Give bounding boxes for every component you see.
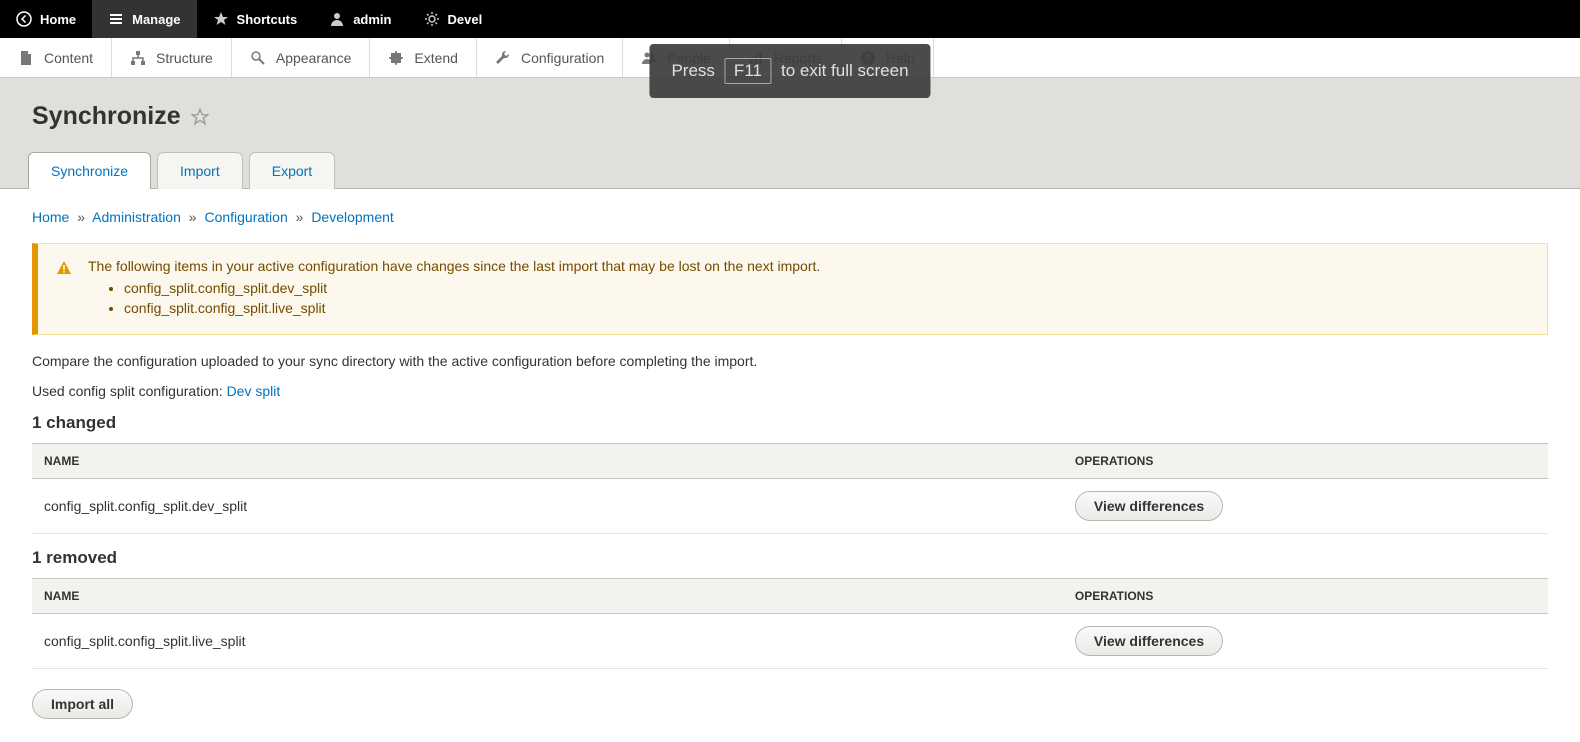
shortcuts-button[interactable]: Shortcuts <box>197 0 314 38</box>
hamburger-icon <box>108 11 124 28</box>
content-label: Content <box>44 50 93 66</box>
changed-heading: 1 changed <box>32 413 1548 433</box>
shortcuts-label: Shortcuts <box>237 12 298 27</box>
back-icon <box>16 11 32 28</box>
extend-link[interactable]: Extend <box>370 38 477 77</box>
warning-message: The following items in your active confi… <box>32 243 1548 335</box>
fs-rest: to exit full screen <box>781 61 909 81</box>
hierarchy-icon <box>130 49 146 66</box>
cell-name: config_split.config_split.dev_split <box>32 479 1063 534</box>
warning-icon <box>56 259 72 276</box>
wrench-icon <box>495 49 511 66</box>
col-operations: OPERATIONS <box>1063 579 1548 614</box>
tab-import[interactable]: Import <box>157 152 243 189</box>
cell-name: config_split.config_split.live_split <box>32 614 1063 669</box>
configuration-label: Configuration <box>521 50 604 66</box>
top-toolbar: Home Manage Shortcuts admin Devel <box>0 0 1580 38</box>
structure-link[interactable]: Structure <box>112 38 232 77</box>
extend-label: Extend <box>414 50 458 66</box>
fs-key: F11 <box>725 58 771 84</box>
admin-user-button[interactable]: admin <box>313 0 407 38</box>
breadcrumb-development[interactable]: Development <box>311 209 394 225</box>
devel-button[interactable]: Devel <box>408 0 499 38</box>
tab-export[interactable]: Export <box>249 152 335 189</box>
breadcrumb-separator: » <box>189 209 197 225</box>
warning-item: config_split.config_split.dev_split <box>124 280 1529 296</box>
appearance-label: Appearance <box>276 50 352 66</box>
warning-item: config_split.config_split.live_split <box>124 300 1529 316</box>
tab-synchronize[interactable]: Synchronize <box>28 152 151 189</box>
description-compare: Compare the configuration uploaded to yo… <box>32 353 1548 369</box>
cell-operations: View differences <box>1063 614 1548 669</box>
split-prefix: Used config split configuration: <box>32 383 227 399</box>
table-row: config_split.config_split.dev_split View… <box>32 479 1548 534</box>
breadcrumb-separator: » <box>296 209 304 225</box>
puzzle-icon <box>388 49 404 66</box>
removed-heading: 1 removed <box>32 548 1548 568</box>
paint-icon <box>250 49 266 66</box>
star-outline-icon[interactable] <box>191 102 209 131</box>
breadcrumb-administration[interactable]: Administration <box>92 209 181 225</box>
description-split: Used config split configuration: Dev spl… <box>32 383 1548 399</box>
dev-split-link[interactable]: Dev split <box>227 383 281 399</box>
breadcrumb: Home » Administration » Configuration » … <box>32 209 1548 225</box>
warning-list: config_split.config_split.dev_split conf… <box>124 280 1529 316</box>
fullscreen-overlay: Press F11 to exit full screen <box>649 44 930 98</box>
home-label: Home <box>40 12 76 27</box>
home-button[interactable]: Home <box>0 0 92 38</box>
tabs: Synchronize Import Export <box>28 151 1548 188</box>
devel-label: Devel <box>448 12 483 27</box>
removed-table: NAME OPERATIONS config_split.config_spli… <box>32 578 1548 669</box>
user-icon <box>329 11 345 28</box>
document-icon <box>18 49 34 66</box>
admin-label: admin <box>353 12 391 27</box>
import-all-button[interactable]: Import all <box>32 689 133 719</box>
breadcrumb-configuration[interactable]: Configuration <box>204 209 287 225</box>
changed-table: NAME OPERATIONS config_split.config_spli… <box>32 443 1548 534</box>
cell-operations: View differences <box>1063 479 1548 534</box>
manage-label: Manage <box>132 12 180 27</box>
configuration-link[interactable]: Configuration <box>477 38 623 77</box>
manage-button[interactable]: Manage <box>92 0 196 38</box>
content-region: Home » Administration » Configuration » … <box>0 189 1580 739</box>
star-icon <box>213 11 229 28</box>
content-link[interactable]: Content <box>0 38 112 77</box>
table-row: config_split.config_split.live_split Vie… <box>32 614 1548 669</box>
view-differences-button[interactable]: View differences <box>1075 626 1223 656</box>
breadcrumb-home[interactable]: Home <box>32 209 69 225</box>
gear-icon <box>424 11 440 28</box>
view-differences-button[interactable]: View differences <box>1075 491 1223 521</box>
breadcrumb-separator: » <box>77 209 85 225</box>
col-operations: OPERATIONS <box>1063 444 1548 479</box>
appearance-link[interactable]: Appearance <box>232 38 371 77</box>
col-name: NAME <box>32 579 1063 614</box>
col-name: NAME <box>32 444 1063 479</box>
warning-text: The following items in your active confi… <box>88 258 1529 274</box>
structure-label: Structure <box>156 50 213 66</box>
fs-press: Press <box>671 61 714 81</box>
page-title: Synchronize <box>32 102 1548 131</box>
page-title-text: Synchronize <box>32 102 181 131</box>
